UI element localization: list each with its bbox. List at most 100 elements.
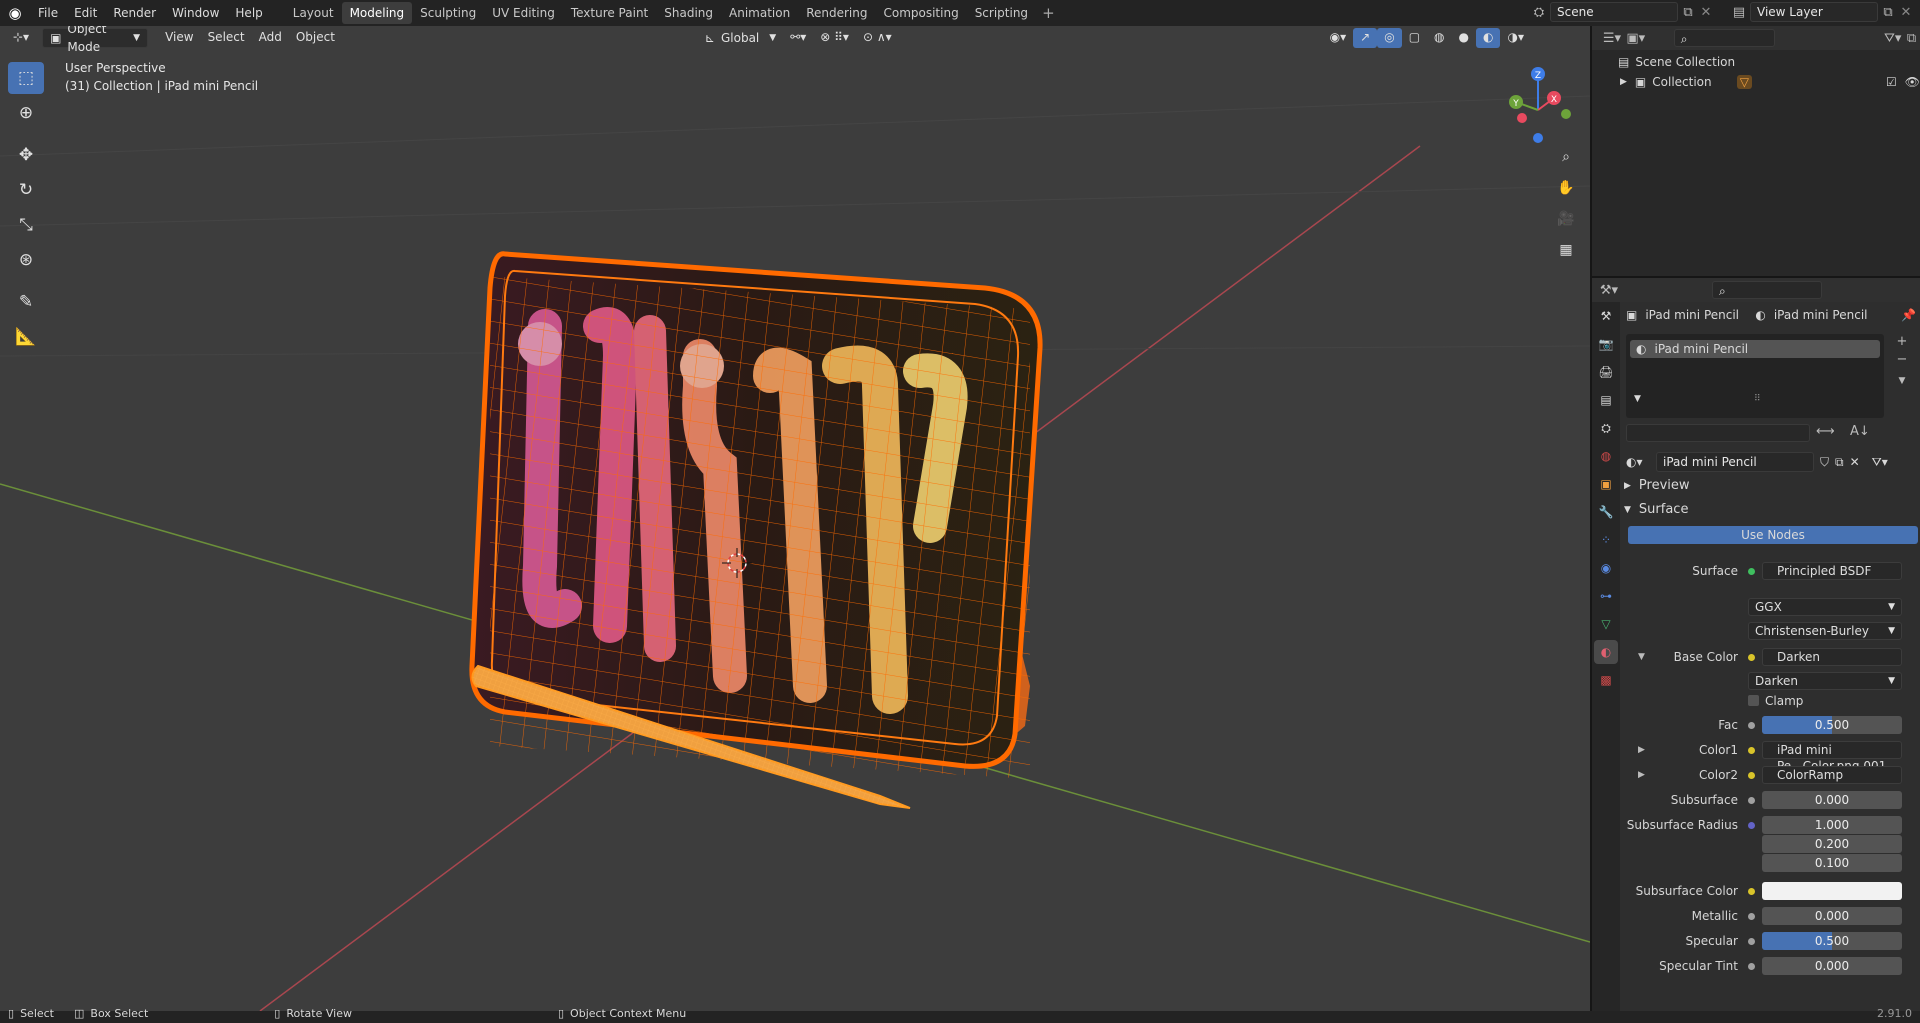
- view-layer-tab-icon[interactable]: ▤: [1594, 388, 1618, 412]
- filter-icon[interactable]: ⛛▾: [1883, 31, 1903, 46]
- cursor-tool-icon[interactable]: ⊕: [8, 97, 44, 129]
- tab-scripting[interactable]: Scripting: [967, 2, 1036, 24]
- distribution-field[interactable]: GGX ▼: [1748, 598, 1902, 616]
- tab-modeling[interactable]: Modeling: [341, 2, 413, 24]
- scale-tool-icon[interactable]: ⤡: [8, 209, 44, 241]
- scene-collection-row[interactable]: ▤ Scene Collection: [1592, 52, 1920, 72]
- metallic-socket-icon[interactable]: [1748, 913, 1755, 920]
- surface-shader-field[interactable]: Principled BSDF: [1762, 562, 1902, 580]
- menu-render[interactable]: Render: [105, 0, 164, 26]
- outliner-editor-icon[interactable]: ☰▾: [1600, 31, 1624, 46]
- color1-socket-icon[interactable]: [1748, 747, 1755, 754]
- tab-sculpting[interactable]: Sculpting: [412, 2, 484, 24]
- resize-handle-icon[interactable]: ⠿: [1754, 394, 1761, 404]
- surface-panel-header[interactable]: ▼ Surface: [1624, 502, 1688, 517]
- editor-type-icon[interactable]: ⊹▾: [6, 28, 36, 48]
- tab-rendering[interactable]: Rendering: [798, 2, 875, 24]
- delete-scene-icon[interactable]: ✕: [1698, 5, 1714, 20]
- subsurface-method-field[interactable]: Christensen-Burley ▼: [1748, 622, 1902, 640]
- physics-tab-icon[interactable]: ◉: [1594, 556, 1618, 580]
- menu-view[interactable]: View: [158, 28, 200, 48]
- color2-field[interactable]: ColorRamp: [1762, 766, 1902, 784]
- material-tab-icon[interactable]: ◐: [1594, 640, 1618, 664]
- material-slot-item[interactable]: ◐ iPad mini Pencil: [1630, 340, 1880, 358]
- color1-expand-icon[interactable]: ▶: [1638, 745, 1645, 755]
- scene-icon[interactable]: ⛭: [1528, 5, 1550, 20]
- eye-icon[interactable]: 👁: [1905, 75, 1920, 89]
- menu-select[interactable]: Select: [201, 28, 252, 48]
- add-workspace-button[interactable]: +: [1036, 4, 1061, 22]
- pin-icon[interactable]: 📌: [1901, 308, 1916, 322]
- visibility-icon[interactable]: ◉▾: [1323, 28, 1354, 48]
- annotate-tool-icon[interactable]: ✎: [8, 286, 44, 318]
- surface-shader-socket-icon[interactable]: [1748, 568, 1755, 575]
- transform-orientation[interactable]: ⊾ Global ▼: [698, 28, 783, 48]
- color2-socket-icon[interactable]: [1748, 772, 1755, 779]
- subsurface-radius-x-field[interactable]: 1.000: [1762, 816, 1902, 834]
- specular-socket-icon[interactable]: [1748, 938, 1755, 945]
- overlay-toggle-icon[interactable]: ◎: [1377, 28, 1402, 48]
- outliner-search-input[interactable]: ⌕: [1673, 29, 1775, 47]
- subsurface-socket-icon[interactable]: [1748, 797, 1755, 804]
- world-tab-icon[interactable]: ◍: [1594, 444, 1618, 468]
- use-nodes-button[interactable]: Use Nodes: [1628, 526, 1918, 544]
- delete-view-layer-icon[interactable]: ✕: [1898, 5, 1914, 20]
- output-tab-icon[interactable]: 🖨: [1594, 360, 1618, 384]
- 3d-viewport[interactable]: ⊹▾ ▣ Object Mode ▼ View Select Add Objec…: [0, 26, 1590, 1011]
- view-layer-icon[interactable]: ▤: [1728, 5, 1750, 20]
- menu-object[interactable]: Object: [289, 28, 342, 48]
- specular-tint-field[interactable]: 0.000: [1762, 957, 1902, 975]
- fac-socket-icon[interactable]: [1748, 722, 1755, 729]
- select-box-tool-icon[interactable]: ⬚: [8, 62, 44, 94]
- scene-tab-icon[interactable]: ⛭: [1594, 416, 1618, 440]
- expand-arrow-icon[interactable]: ▶: [1620, 77, 1627, 87]
- object-data-icon[interactable]: ▽: [1736, 75, 1752, 89]
- shading-wireframe-icon[interactable]: ◍: [1427, 28, 1451, 48]
- material-slots-list[interactable]: ◐ iPad mini Pencil ▼ ⠿: [1626, 334, 1884, 418]
- display-mode-icon[interactable]: ▣▾: [1624, 31, 1648, 46]
- zoom-icon[interactable]: ⌕: [1553, 144, 1579, 170]
- new-collection-icon[interactable]: ⧉: [1903, 31, 1920, 46]
- shading-solid-icon[interactable]: ●: [1452, 28, 1476, 48]
- color2-expand-icon[interactable]: ▶: [1638, 770, 1645, 780]
- base-color-expand-icon[interactable]: ▼: [1638, 652, 1645, 662]
- metallic-field[interactable]: 0.000: [1762, 907, 1902, 925]
- sort-icon[interactable]: ⟷: [1816, 424, 1835, 439]
- data-tab-icon[interactable]: ▽: [1594, 612, 1618, 636]
- clamp-field[interactable]: Clamp: [1748, 694, 1803, 708]
- collection-row[interactable]: ▶ ▣ Collection ▽ ☑ 👁: [1592, 72, 1920, 92]
- remove-slot-icon[interactable]: −: [1890, 352, 1914, 370]
- copy-scene-icon[interactable]: ⧉: [1678, 5, 1698, 20]
- list-collapse-icon[interactable]: ▼: [1634, 394, 1641, 404]
- specular-field[interactable]: 0.500: [1762, 932, 1902, 950]
- rotate-tool-icon[interactable]: ↻: [8, 174, 44, 206]
- menu-edit[interactable]: Edit: [66, 0, 105, 26]
- tab-texture-paint[interactable]: Texture Paint: [563, 2, 656, 24]
- tool-tab-icon[interactable]: ⚒: [1594, 304, 1618, 328]
- tab-compositing[interactable]: Compositing: [875, 2, 966, 24]
- blender-logo-icon[interactable]: ◉: [0, 4, 30, 22]
- subsurface-radius-z-field[interactable]: 0.100: [1762, 854, 1902, 872]
- subsurface-radius-y-field[interactable]: 0.200: [1762, 835, 1902, 853]
- tab-shading[interactable]: Shading: [656, 2, 721, 24]
- tab-layout[interactable]: Layout: [285, 2, 342, 24]
- proportional-edit-icon[interactable]: ⊙ ∧▾: [856, 28, 899, 48]
- subsurface-radius-x-socket-icon[interactable]: [1748, 822, 1755, 829]
- base-color-socket-icon[interactable]: [1748, 654, 1755, 661]
- menu-window[interactable]: Window: [164, 0, 227, 26]
- blend-type-field[interactable]: Darken ▼: [1748, 672, 1902, 690]
- subsurface-field[interactable]: 0.000: [1762, 791, 1902, 809]
- copy-view-layer-icon[interactable]: ⧉: [1878, 5, 1898, 20]
- snap-icon[interactable]: ⊗ ⠿▾: [813, 28, 856, 48]
- transform-tool-icon[interactable]: ⊛: [8, 244, 44, 276]
- camera-icon[interactable]: 🎥: [1553, 206, 1579, 232]
- move-tool-icon[interactable]: ✥: [8, 139, 44, 171]
- shading-material-icon[interactable]: ◐: [1476, 28, 1501, 48]
- sort-alpha-icon[interactable]: A↓: [1850, 424, 1870, 439]
- properties-editor-icon[interactable]: ⚒▾: [1592, 283, 1626, 298]
- material-name-field[interactable]: iPad mini Pencil: [1656, 452, 1814, 472]
- particles-tab-icon[interactable]: ⁘: [1594, 528, 1618, 552]
- color1-field[interactable]: iPad mini Pe...Color.png.001: [1762, 741, 1902, 773]
- slot-menu-icon[interactable]: ▼: [1890, 376, 1914, 398]
- add-slot-icon[interactable]: +: [1890, 334, 1914, 352]
